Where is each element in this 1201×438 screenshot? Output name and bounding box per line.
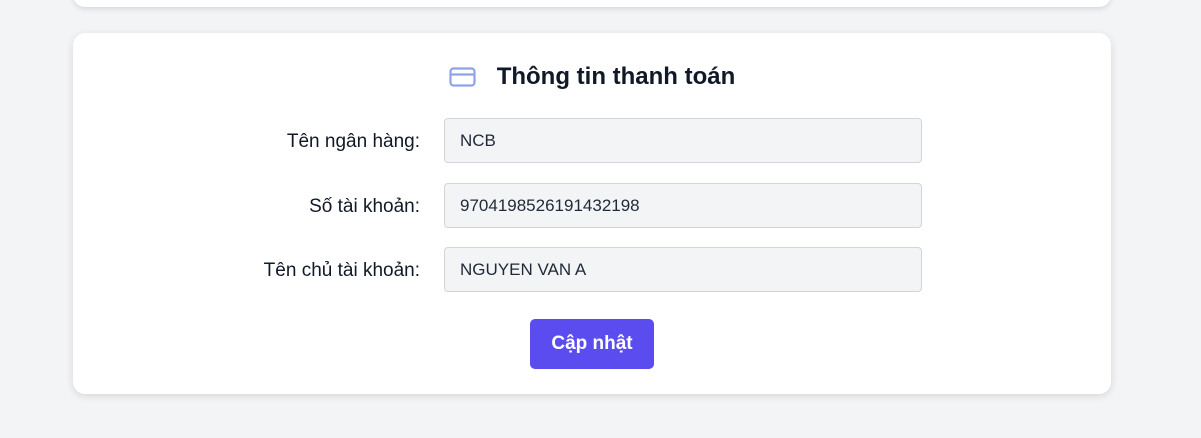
account-holder-field[interactable] — [444, 247, 922, 292]
account-number-label: Số tài khoản: — [309, 196, 420, 217]
account-holder-row: Tên chủ tài khoản: — [73, 247, 1111, 294]
credit-card-icon — [449, 67, 476, 87]
bank-name-row: Tên ngân hàng: — [73, 118, 1111, 165]
update-button[interactable]: Cập nhật — [530, 319, 654, 369]
payment-info-card: Thông tin thanh toán Tên ngân hàng: Số t… — [73, 33, 1111, 394]
previous-section-card — [73, 0, 1111, 7]
account-holder-label: Tên chủ tài khoản: — [263, 260, 420, 281]
page-title: Thông tin thanh toán — [496, 63, 736, 90]
bank-name-field[interactable] — [444, 118, 922, 163]
account-number-field[interactable] — [444, 183, 922, 228]
bank-name-label: Tên ngân hàng: — [286, 131, 420, 152]
payment-info-header: Thông tin thanh toán — [73, 59, 1111, 95]
account-number-row: Số tài khoản: — [73, 183, 1111, 230]
